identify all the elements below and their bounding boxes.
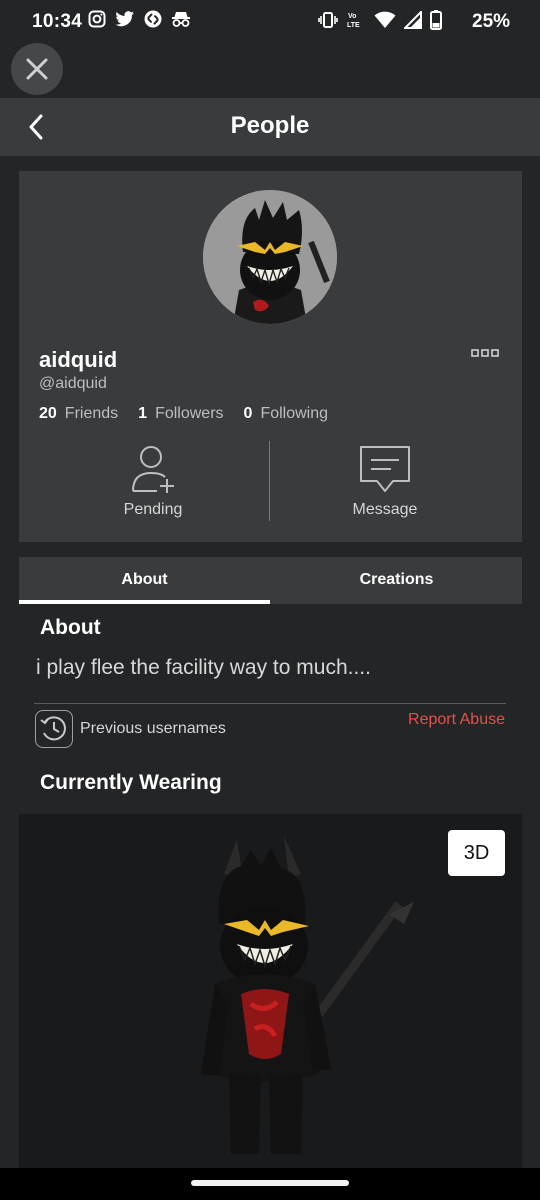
battery-percent: 25% [472, 11, 511, 32]
status-time: 10:34 [32, 11, 83, 32]
currently-wearing-heading: Currently Wearing [40, 771, 222, 794]
notification-icons [88, 10, 191, 28]
avatar-full-body-image [201, 836, 414, 1154]
previous-usernames-button[interactable] [35, 710, 73, 748]
stat-count: 0 [243, 405, 253, 422]
twitter-icon [115, 11, 134, 27]
shazam-icon [144, 10, 162, 28]
stat-label: Followers [155, 405, 224, 422]
avatar-preview[interactable]: 3D [19, 814, 522, 1170]
about-divider [34, 703, 506, 704]
profile-tabs: About Creations [19, 557, 522, 604]
profile-card: aidquid @aidquid 20 Friends 1 Followers 0F… [19, 171, 522, 542]
about-description: i play flee the facility way to much.... [36, 656, 371, 679]
more-options-icon[interactable] [471, 349, 499, 357]
signal-icon [404, 11, 422, 29]
about-heading: About [40, 616, 101, 639]
stat-count: 20 [39, 405, 57, 422]
display-name: aidquid [39, 347, 118, 372]
close-icon [26, 58, 48, 80]
add-friend-icon [132, 446, 174, 493]
report-abuse-link[interactable]: Report Abuse [408, 711, 505, 729]
system-icons: Vo LTE [318, 10, 442, 30]
volte-icon: Vo LTE [347, 13, 360, 29]
avatar-headshot-image [203, 190, 337, 324]
view-3d-button[interactable]: 3D [448, 830, 505, 876]
page-title: People [230, 112, 310, 139]
vibrate-icon [318, 12, 338, 28]
avatar[interactable] [203, 190, 337, 324]
svg-text:Vo: Vo [348, 13, 356, 20]
home-gesture-handle[interactable] [191, 1180, 349, 1186]
previous-usernames-link[interactable]: Previous usernames [80, 720, 226, 738]
stat-label: Following [260, 405, 329, 422]
message-label: Message [352, 501, 418, 518]
instagram-icon [88, 10, 106, 28]
stat-followers[interactable]: 1 Followers [138, 405, 223, 423]
username: @aidquid [39, 375, 107, 392]
pending-label: Pending [123, 501, 183, 518]
message-button[interactable]: Message [275, 443, 495, 523]
page-header: People [0, 98, 540, 156]
pending-button[interactable]: Pending [43, 443, 263, 523]
stat-label: Friends [64, 405, 119, 422]
stat-count: 1 [138, 405, 148, 422]
action-divider [269, 441, 270, 521]
svg-text:LTE: LTE [347, 22, 360, 29]
wifi-icon [374, 11, 396, 28]
battery-icon [430, 10, 442, 30]
status-bar: 10:34 Vo LTE 25% [0, 0, 540, 44]
profile-stats: 20 Friends 1 Followers 0 Following [39, 405, 348, 423]
close-button[interactable] [11, 43, 63, 95]
stat-friends[interactable]: 20 Friends [39, 405, 118, 423]
system-nav-bar [0, 1168, 540, 1200]
message-icon [360, 446, 410, 492]
tab-creations[interactable]: Creations [271, 557, 522, 604]
stat-following[interactable]: 0 Following [244, 405, 329, 423]
tab-about[interactable]: About [19, 557, 270, 604]
history-icon [40, 716, 66, 741]
incognito-icon [172, 12, 190, 27]
